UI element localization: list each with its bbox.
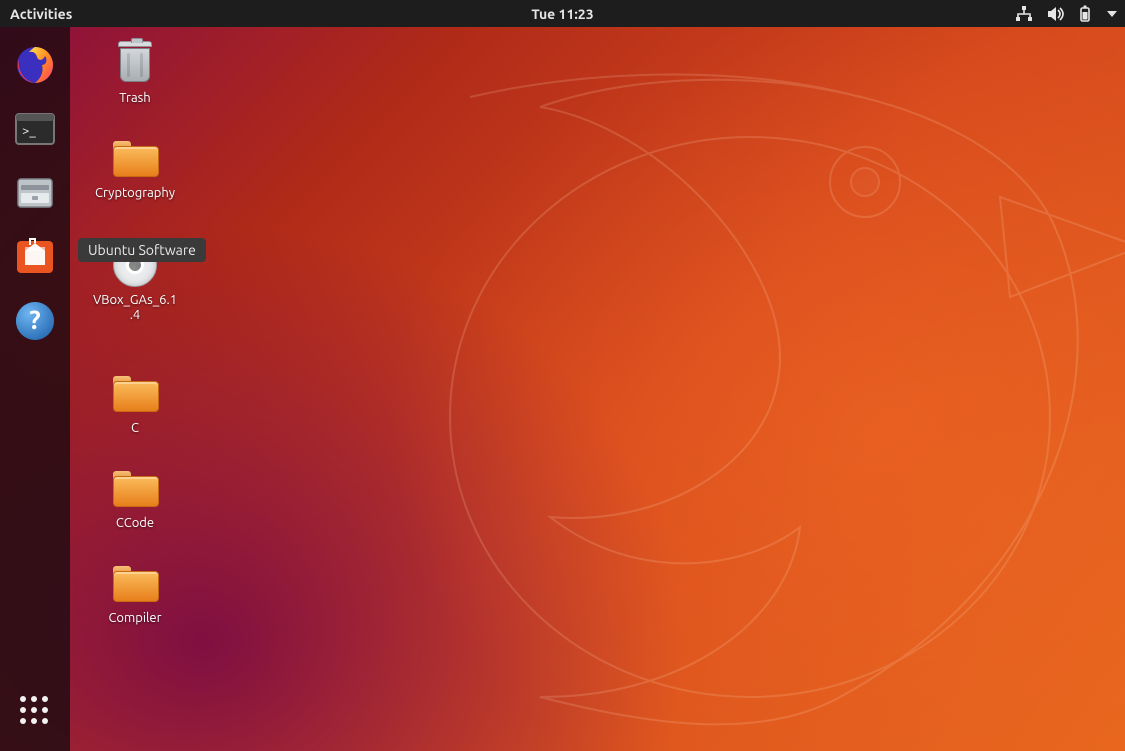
firefox-icon [13, 43, 57, 87]
folder-compiler[interactable]: Compiler [90, 559, 180, 626]
clock[interactable]: Tue 11:23 [531, 6, 593, 22]
menu-caret-icon [1105, 11, 1117, 17]
wallpaper-bird-art [280, 57, 1125, 751]
dock-help[interactable]: ? [9, 295, 61, 347]
desktop-icon-label: C [131, 421, 139, 436]
dock-files[interactable] [9, 167, 61, 219]
desktop-icon-label: CCode [116, 516, 154, 531]
folder-ccode[interactable]: CCode [90, 464, 180, 531]
trash-icon [111, 39, 159, 87]
dock-ubuntu-software[interactable] [9, 231, 61, 283]
folder-icon [111, 559, 159, 607]
folder-c[interactable]: C [90, 369, 180, 436]
apps-grid-icon [20, 696, 50, 726]
show-applications-button[interactable] [9, 685, 61, 737]
dock-tooltip: Ubuntu Software [78, 238, 206, 262]
activities-button[interactable]: Activities [10, 6, 72, 22]
network-icon [1015, 6, 1033, 22]
folder-icon [111, 134, 159, 182]
dock: >_ ? [0, 27, 70, 751]
software-icon [13, 235, 57, 279]
folder-icon [111, 369, 159, 417]
desktop-icons-area: Trash Cryptography VBox_GAs_6.1.4 C CCod… [90, 39, 180, 626]
svg-text:>_: >_ [22, 124, 36, 138]
dock-firefox[interactable] [9, 39, 61, 91]
top-bar: Activities Tue 11:23 [0, 0, 1125, 27]
volume-icon [1047, 6, 1065, 22]
svg-text:?: ? [29, 305, 40, 334]
help-icon: ? [13, 299, 57, 343]
folder-icon [111, 464, 159, 512]
desktop-icon-label: Cryptography [95, 186, 175, 201]
system-status-area[interactable] [1015, 5, 1117, 23]
folder-cryptography[interactable]: Cryptography [90, 134, 180, 201]
desktop-icon-label: VBox_GAs_6.1.4 [92, 293, 178, 323]
dock-terminal[interactable]: >_ [9, 103, 61, 155]
files-icon [13, 171, 57, 215]
desktop-icon-label: Trash [119, 91, 150, 106]
desktop-trash[interactable]: Trash [90, 39, 180, 106]
desktop-icon-label: Compiler [108, 611, 161, 626]
battery-icon [1079, 5, 1091, 23]
desktop-wallpaper: Trash Cryptography VBox_GAs_6.1.4 C CCod… [0, 27, 1125, 751]
terminal-icon: >_ [13, 107, 57, 151]
